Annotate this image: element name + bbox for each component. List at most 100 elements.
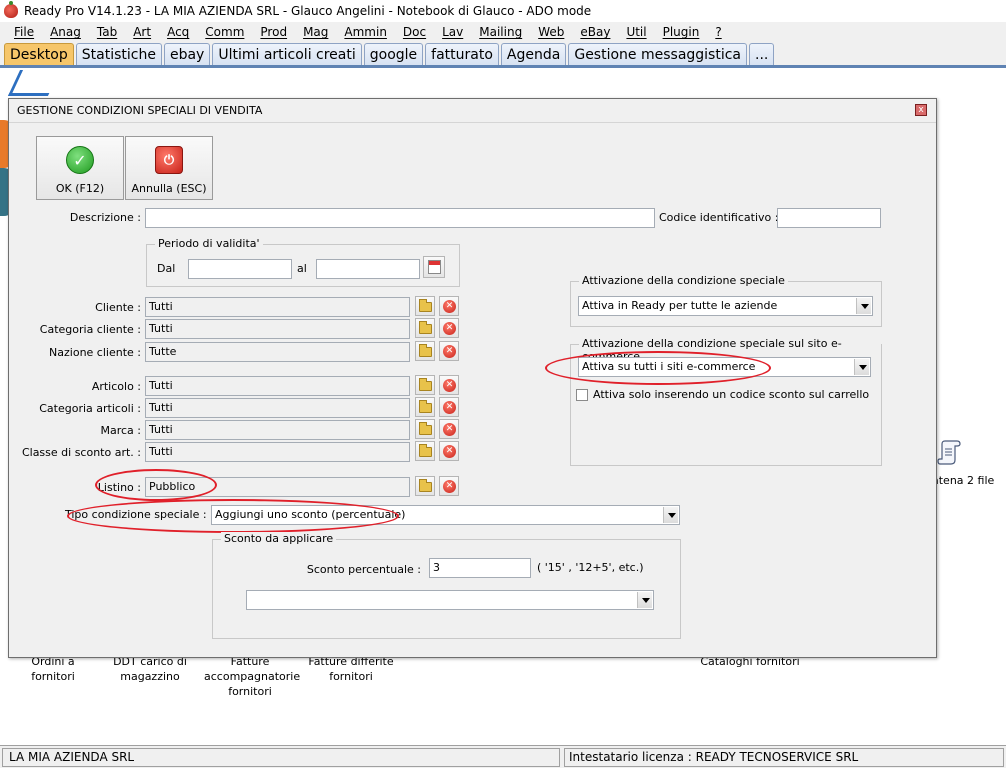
scroll-icon[interactable] [937, 440, 961, 466]
menu-util[interactable]: Util [618, 25, 654, 39]
special-conditions-dialog: GESTIONE CONDIZIONI SPECIALI DI VENDITA … [8, 98, 937, 658]
nazione-cliente-clear-button[interactable]: ✕ [439, 341, 459, 361]
categoria-articoli-label: Categoria articoli : [39, 402, 141, 415]
menu-web[interactable]: Web [530, 25, 572, 39]
attivazione-select[interactable]: Attiva in Ready per tutte le aziende [578, 296, 873, 316]
folder-icon [419, 444, 432, 457]
cliente-field[interactable]: Tutti [145, 297, 410, 317]
logo-decoration [7, 70, 61, 96]
tab-ebay[interactable]: ebay [163, 43, 211, 65]
categoria-cliente-browse-button[interactable] [415, 318, 435, 338]
ok-button[interactable]: ✓ OK (F12) [36, 136, 124, 200]
check-icon: ✓ [66, 146, 94, 174]
tab-more[interactable]: ... [749, 43, 775, 65]
categoria-articoli-browse-button[interactable] [415, 397, 435, 417]
desktop-icon-ordini-fornitori[interactable]: Ordini a fornitori [8, 654, 98, 684]
menu-plugin[interactable]: Plugin [655, 25, 708, 39]
app-strawberry-icon [4, 1, 18, 18]
menu-prod[interactable]: Prod [252, 25, 295, 39]
menu-ebay[interactable]: eBay [572, 25, 618, 39]
menu-tab[interactable]: Tab [89, 25, 125, 39]
sconto-group-title: Sconto da applicare [221, 532, 337, 545]
periodo-title: Periodo di validita' [155, 237, 263, 250]
tab-agenda[interactable]: Agenda [500, 43, 567, 65]
cliente-clear-button[interactable]: ✕ [439, 296, 459, 316]
nazione-cliente-field[interactable]: Tutte [145, 342, 410, 362]
menu-file[interactable]: File [6, 25, 42, 39]
desktop-icon-catena-label[interactable]: atena 2 file [932, 473, 1002, 488]
close-icon[interactable]: x [915, 104, 927, 116]
folder-icon [419, 321, 432, 334]
tab-google[interactable]: google [363, 43, 424, 65]
tipo-condizione-highlight [67, 499, 399, 533]
marca-label: Marca : [100, 424, 141, 437]
menu-art[interactable]: Art [125, 25, 159, 39]
cancel-button[interactable]: ⏻ Annulla (ESC) [125, 136, 213, 200]
folder-icon [419, 378, 432, 391]
descrizione-input[interactable] [145, 208, 655, 228]
articolo-clear-button[interactable]: ✕ [439, 375, 459, 395]
menu-ammin[interactable]: Ammin [336, 25, 395, 39]
menu-mailing[interactable]: Mailing [471, 25, 530, 39]
articolo-field[interactable]: Tutti [145, 376, 410, 396]
chevron-down-icon [663, 507, 678, 523]
categoria-cliente-clear-button[interactable]: ✕ [439, 318, 459, 338]
delete-icon: ✕ [443, 300, 456, 313]
menu-lav[interactable]: Lav [434, 25, 471, 39]
menu-mag[interactable]: Mag [295, 25, 336, 39]
menu-help[interactable]: ? [707, 25, 729, 39]
codice-sconto-checkbox[interactable] [576, 389, 588, 401]
desktop-icon-fatture-accompagnatorie[interactable]: Fatture accompagnatorie fornitori [204, 654, 300, 699]
menu-anag[interactable]: Anag [42, 25, 89, 39]
marca-clear-button[interactable]: ✕ [439, 419, 459, 439]
articolo-label: Articolo : [91, 380, 141, 393]
chevron-down-icon [637, 592, 652, 608]
cancel-button-label: Annulla (ESC) [131, 182, 207, 195]
status-bar: LA MIA AZIENDA SRL Intestatario licenza … [0, 745, 1006, 768]
folder-icon [419, 344, 432, 357]
desktop-icon-fatture-differite[interactable]: Fatture differite fornitori [306, 654, 396, 684]
codice-input[interactable] [777, 208, 881, 228]
sconto-group: Sconto da applicare [212, 532, 681, 639]
al-date-input[interactable] [316, 259, 420, 279]
marca-browse-button[interactable] [415, 419, 435, 439]
chevron-down-icon [856, 298, 871, 314]
power-icon: ⏻ [155, 146, 183, 174]
menu-acq[interactable]: Acq [159, 25, 197, 39]
delete-icon: ✕ [443, 345, 456, 358]
attivazione-value: Attiva in Ready per tutte le aziende [582, 299, 778, 312]
tab-fatturato[interactable]: fatturato [425, 43, 499, 65]
classe-sconto-browse-button[interactable] [415, 441, 435, 461]
categoria-articoli-clear-button[interactable]: ✕ [439, 397, 459, 417]
descrizione-label: Descrizione : [69, 211, 141, 224]
categoria-cliente-label: Categoria cliente : [39, 323, 141, 336]
calendar-button[interactable] [423, 256, 445, 278]
dal-date-input[interactable] [188, 259, 292, 279]
codice-label: Codice identificativo : [659, 211, 779, 224]
categoria-articoli-field[interactable]: Tutti [145, 398, 410, 418]
menu-doc[interactable]: Doc [395, 25, 434, 39]
delete-icon: ✕ [443, 423, 456, 436]
nazione-cliente-browse-button[interactable] [415, 341, 435, 361]
status-company: LA MIA AZIENDA SRL [2, 748, 560, 767]
marca-field[interactable]: Tutti [145, 420, 410, 440]
cliente-browse-button[interactable] [415, 296, 435, 316]
tab-desktop[interactable]: Desktop [4, 43, 74, 65]
classe-sconto-clear-button[interactable]: ✕ [439, 441, 459, 461]
folder-icon [419, 479, 432, 492]
tab-gestione-messaggistica[interactable]: Gestione messaggistica [568, 43, 748, 65]
categoria-cliente-field[interactable]: Tutti [145, 319, 410, 339]
tab-statistiche[interactable]: Statistiche [75, 43, 162, 65]
classe-sconto-field[interactable]: Tutti [145, 442, 410, 462]
delete-icon: ✕ [443, 401, 456, 414]
tab-ultimi-articoli[interactable]: Ultimi articoli creati [212, 43, 362, 65]
sconto-percentuale-label: Sconto percentuale : [306, 563, 421, 576]
listino-clear-button[interactable]: ✕ [439, 476, 459, 496]
menu-comm[interactable]: Comm [197, 25, 252, 39]
listino-browse-button[interactable] [415, 476, 435, 496]
articolo-browse-button[interactable] [415, 375, 435, 395]
sconto-options-select[interactable] [246, 590, 654, 610]
desktop-icon-ddt-carico[interactable]: DDT carico di magazzino [108, 654, 192, 684]
ok-button-label: OK (F12) [55, 182, 105, 195]
sconto-percentuale-input[interactable]: 3 [429, 558, 531, 578]
